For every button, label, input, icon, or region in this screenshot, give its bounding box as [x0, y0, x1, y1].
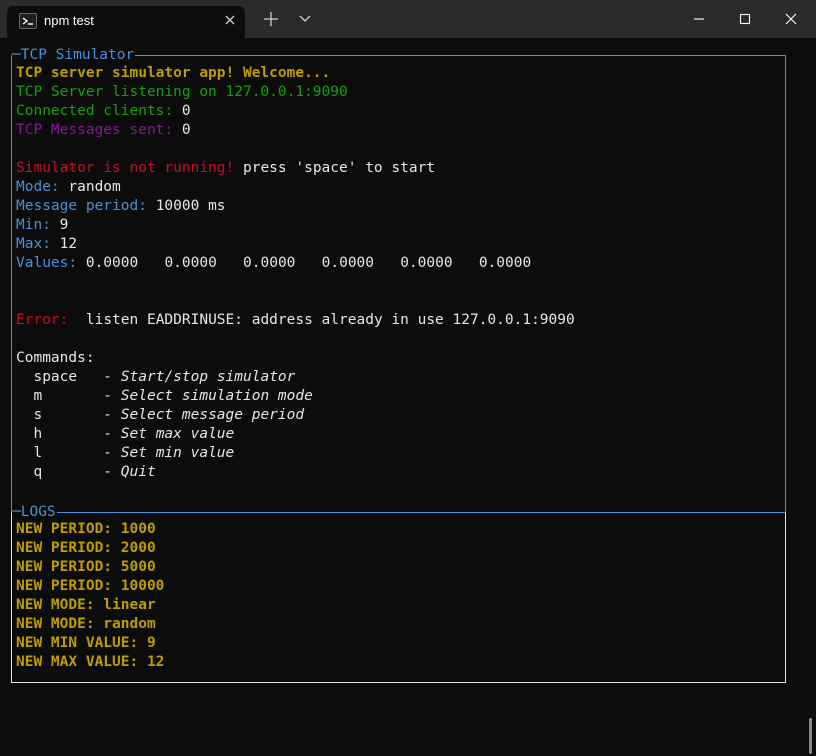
error-line: Error: listen EADDRINUSE: address alread…: [16, 311, 575, 330]
period-label: Message period:: [16, 198, 147, 214]
command-desc: Set min value: [120, 445, 235, 461]
terminal-icon: [19, 13, 37, 29]
title-bar: npm test: [0, 0, 816, 38]
log-entry: NEW PERIOD: 5000: [16, 559, 156, 575]
mode-label: Mode:: [16, 179, 60, 195]
log-entry: NEW MIN VALUE: 9: [16, 635, 156, 651]
status-warning: Simulator is not running!: [16, 160, 235, 176]
value-5: 0.0000: [400, 255, 453, 271]
values-label: Values:: [16, 255, 78, 271]
max-line: Max: 12: [16, 235, 77, 254]
max-label: Max:: [16, 236, 51, 252]
command-desc: Select simulation mode: [120, 388, 313, 404]
commands-header: Commands:: [16, 350, 95, 366]
close-window-icon[interactable]: [780, 8, 802, 30]
command-row: h - Set max value: [33, 426, 235, 442]
command-key: h: [33, 426, 43, 442]
tab-npm-test[interactable]: npm test: [7, 6, 245, 38]
command-row: s - Select message period: [33, 407, 305, 423]
command-key: s: [33, 407, 43, 423]
terminal-pane[interactable]: ─TCP Simulator ─LOGS TCP server simulato…: [0, 38, 816, 756]
log-entry: NEW MAX VALUE: 12: [16, 654, 165, 670]
connected-clients-label: Connected clients:: [16, 103, 174, 119]
messages-sent-label: TCP Messages sent:: [16, 122, 174, 138]
log-entry: NEW MODE: random: [16, 616, 156, 632]
command-row: q - Quit: [33, 464, 156, 480]
log-entry: NEW PERIOD: 2000: [16, 540, 156, 556]
command-key: m: [33, 388, 43, 404]
command-key: space: [33, 369, 78, 385]
status-hint: press 'space' to start: [242, 160, 436, 176]
value-2: 0.0000: [164, 255, 217, 271]
value-3: 0.0000: [243, 255, 296, 271]
chevron-down-icon[interactable]: [298, 12, 312, 26]
connected-clients-value: 0: [181, 103, 191, 119]
value-4: 0.0000: [321, 255, 375, 271]
min-label: Min:: [16, 217, 51, 233]
min-value: 9: [59, 217, 69, 233]
status-line: Simulator is not running! press 'space' …: [16, 159, 435, 178]
period-value: 10000 ms: [155, 198, 226, 214]
command-row: l - Set min value: [33, 445, 235, 461]
connected-clients-line: Connected clients: 0: [16, 102, 191, 121]
values-line: Values: 0.0000 0.0000 0.0000 0.0000 0.00…: [16, 254, 531, 273]
close-tab-icon[interactable]: [221, 11, 239, 29]
listening-line: TCP Server listening on 127.0.0.1:9090: [16, 84, 348, 100]
mode-value: random: [68, 179, 121, 195]
log-entry: NEW MODE: linear: [16, 597, 156, 613]
command-key: l: [33, 445, 43, 461]
log-entry: NEW PERIOD: 10000: [16, 578, 165, 594]
min-line: Min: 9: [16, 216, 68, 235]
command-desc: Select message period: [120, 407, 305, 423]
period-line: Message period: 10000 ms: [16, 197, 226, 216]
log-entry: NEW PERIOD: 1000: [16, 521, 156, 537]
new-tab-icon[interactable]: [262, 10, 280, 28]
command-key: q: [33, 464, 43, 480]
messages-sent-value: 0: [181, 122, 191, 138]
maximize-icon[interactable]: [734, 8, 756, 30]
welcome-line: TCP server simulator app! Welcome...: [16, 65, 331, 81]
command-desc: Quit: [120, 464, 156, 480]
value-1: 0.0000: [85, 255, 139, 271]
command-row: m - Select simulation mode: [33, 388, 313, 404]
mode-line: Mode: random: [16, 178, 121, 197]
scrollbar-thumb[interactable]: [809, 718, 812, 754]
command-desc: Set max value: [120, 426, 235, 442]
messages-sent-line: TCP Messages sent: 0: [16, 121, 191, 140]
simulator-panel-title: ─TCP Simulator: [12, 46, 136, 64]
command-desc: Start/stop simulator: [120, 369, 296, 385]
max-value: 12: [59, 236, 78, 252]
value-6: 0.0000: [478, 255, 532, 271]
error-message: listen EADDRINUSE: address already in us…: [85, 312, 575, 328]
logs-panel-title: ─LOGS: [12, 503, 57, 521]
error-label: Error:: [16, 312, 69, 328]
minimize-icon[interactable]: [688, 8, 710, 30]
command-row: space - Start/stop simulator: [33, 369, 296, 385]
tab-title: npm test: [44, 13, 94, 28]
